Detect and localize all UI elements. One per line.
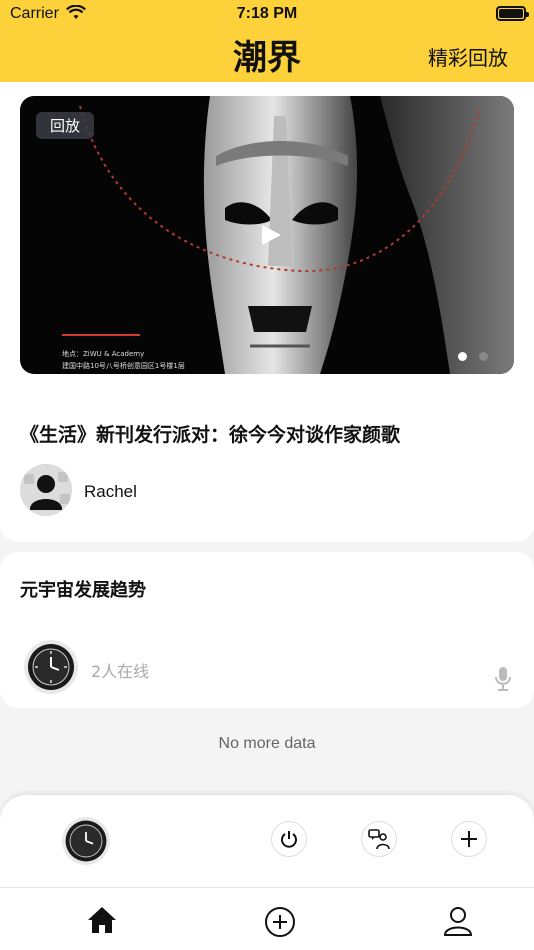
clock: 7:18 PM (236, 5, 298, 22)
event-title[interactable]: 《生活》新刊发行派对：徐今今对谈作家颜歌 (20, 420, 400, 447)
live-room-title[interactable]: 元宇宙发展趋势 (20, 576, 146, 602)
no-more-data-label: No more data (218, 735, 316, 752)
live-room-card[interactable]: 元宇宙发展趋势 2人在线 (0, 552, 534, 708)
play-icon[interactable] (260, 224, 282, 246)
status-bar: Carrier 7:18 PM (0, 0, 534, 28)
live-control-bar (0, 795, 534, 887)
profile-icon[interactable] (443, 906, 473, 936)
carousel-dot-active[interactable] (458, 352, 467, 361)
home-icon[interactable] (87, 906, 117, 934)
replay-highlights-link[interactable]: 精彩回放 (428, 42, 508, 71)
event-banner[interactable]: 回放 地点：ZiWU & Academy 建国中路10号八号桥创意园区1号楼1层 (20, 96, 514, 374)
venue-line-1: 地点：ZiWU & Academy (62, 350, 145, 358)
carousel-dot[interactable] (479, 352, 488, 361)
online-count: 2人在线 (91, 662, 150, 681)
featured-event-card[interactable]: 回放 地点：ZiWU & Academy 建国中路10号八号桥创意园区1号楼1层… (0, 82, 534, 542)
battery-icon (496, 6, 529, 21)
replay-badge: 回放 (36, 112, 95, 139)
author-name[interactable]: Rachel (84, 482, 137, 502)
accent-divider (62, 334, 140, 336)
top-bar: Carrier 7:18 PM 潮界 精彩回放 (0, 0, 534, 82)
speaker-request-button[interactable] (361, 821, 397, 857)
chat-person-icon (368, 829, 390, 850)
plus-icon (461, 831, 477, 847)
author-avatar[interactable] (20, 464, 72, 516)
host-avatar[interactable] (24, 640, 78, 694)
add-circle-icon[interactable] (264, 906, 296, 938)
power-button[interactable] (271, 821, 307, 857)
add-button[interactable] (451, 821, 487, 857)
venue-text: 地点：ZiWU & Academy 建国中路10号八号桥创意园区1号楼1层 (62, 348, 185, 372)
person-avatar-icon (20, 464, 72, 516)
current-room-avatar[interactable] (62, 817, 110, 865)
venue-line-2: 建国中路10号八号桥创意园区1号楼1层 (62, 362, 185, 370)
carousel-indicator (458, 352, 488, 361)
tab-bar (0, 887, 534, 950)
power-icon (281, 831, 297, 848)
microphone-icon[interactable] (494, 666, 512, 692)
